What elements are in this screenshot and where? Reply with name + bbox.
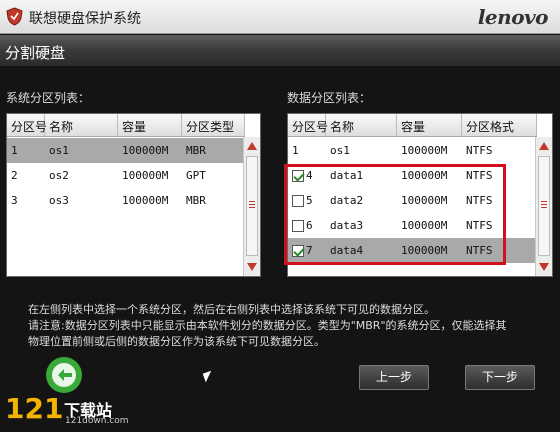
scroll-down-icon[interactable]	[247, 263, 257, 271]
prev-button[interactable]: 上一步	[359, 365, 429, 390]
mouse-cursor-icon	[202, 370, 215, 383]
partition-type: MBR	[186, 144, 206, 157]
app-window: 联想硬盘保护系统 lenovo 分割硬盘 系统分区列表： 数据分区列表： 分区号…	[0, 0, 560, 432]
data-list-label: 数据分区列表：	[287, 91, 372, 105]
scroll-down-icon[interactable]	[539, 263, 549, 271]
system-list-label: 系统分区列表：	[6, 91, 91, 105]
scroll-up-icon[interactable]	[247, 142, 257, 150]
partition-no: 1	[292, 144, 299, 157]
grip-line	[541, 207, 547, 208]
scroll-up-icon[interactable]	[539, 142, 549, 150]
table-row[interactable]: 2 os2 100000M GPT	[7, 163, 245, 188]
data-list-header: 分区号 名称 容量 分区格式	[288, 114, 537, 137]
grip-line	[541, 204, 547, 205]
section-title: 分割硬盘	[5, 44, 66, 62]
table-row[interactable]: 1 os1 100000M MBR	[7, 138, 245, 163]
column-header[interactable]: 分区号	[7, 114, 47, 136]
watermark-url: 121down.com	[65, 416, 129, 426]
partition-name: os1	[330, 144, 350, 157]
instruction-line: 物理位置前侧或后侧的数据分区作为该系统下可见数据分区。	[28, 335, 325, 348]
grip-line	[541, 201, 547, 202]
partition-format: NTFS	[466, 144, 493, 157]
partition-name: os2	[49, 169, 69, 182]
instruction-line: 在左侧列表中选择一个系统分区，然后在右侧列表中选择该系统下可见的数据分区。	[28, 303, 435, 316]
next-button[interactable]: 下一步	[465, 365, 535, 390]
grip-line	[249, 201, 255, 202]
partition-size: 100000M	[401, 144, 448, 157]
shield-icon	[6, 7, 23, 26]
section-header: 分割硬盘	[0, 35, 560, 67]
column-header[interactable]: 容量	[397, 114, 462, 136]
partition-no: 1	[11, 144, 18, 157]
instruction-text: 在左侧列表中选择一个系统分区，然后在右侧列表中选择该系统下可见的数据分区。 请注…	[28, 302, 507, 350]
column-header[interactable]: 名称	[326, 114, 397, 136]
column-header[interactable]: 分区类型	[182, 114, 245, 136]
grip-line	[249, 207, 255, 208]
scrollbar[interactable]	[243, 137, 260, 276]
scroll-thumb[interactable]	[538, 156, 550, 256]
watermark-number: 121	[5, 392, 64, 425]
partition-size: 100000M	[122, 169, 169, 182]
annotation-highlight-box	[284, 164, 506, 265]
grip-line	[249, 204, 255, 205]
table-row[interactable]: 1 os1 100000M NTFS	[288, 138, 537, 163]
partition-size: 100000M	[122, 194, 169, 207]
scrollbar[interactable]	[535, 137, 552, 276]
partition-type: MBR	[186, 194, 206, 207]
instruction-line: 请注意:数据分区列表中只能显示由本软件划分的数据分区。类型为"MBR"的系统分区…	[28, 319, 507, 332]
watermark-logo-icon	[46, 357, 82, 393]
system-partition-list[interactable]: 分区号 名称 容量 分区类型 1 os1 100000M MBR 2 os2 1…	[6, 113, 261, 277]
window-title: 联想硬盘保护系统	[29, 11, 141, 27]
table-row[interactable]: 3 os3 100000M MBR	[7, 188, 245, 213]
lenovo-logo: lenovo	[477, 5, 549, 29]
scroll-thumb[interactable]	[246, 156, 258, 256]
partition-no: 2	[11, 169, 18, 182]
partition-size: 100000M	[122, 144, 169, 157]
column-header[interactable]: 容量	[118, 114, 182, 136]
column-header[interactable]: 分区号	[288, 114, 328, 136]
partition-name: os1	[49, 144, 69, 157]
system-list-header: 分区号 名称 容量 分区类型	[7, 114, 245, 137]
partition-no: 3	[11, 194, 18, 207]
partition-type: GPT	[186, 169, 206, 182]
column-header[interactable]: 分区格式	[462, 114, 537, 136]
column-header[interactable]: 名称	[45, 114, 118, 136]
title-bar: 联想硬盘保护系统 lenovo	[0, 0, 560, 34]
partition-name: os3	[49, 194, 69, 207]
